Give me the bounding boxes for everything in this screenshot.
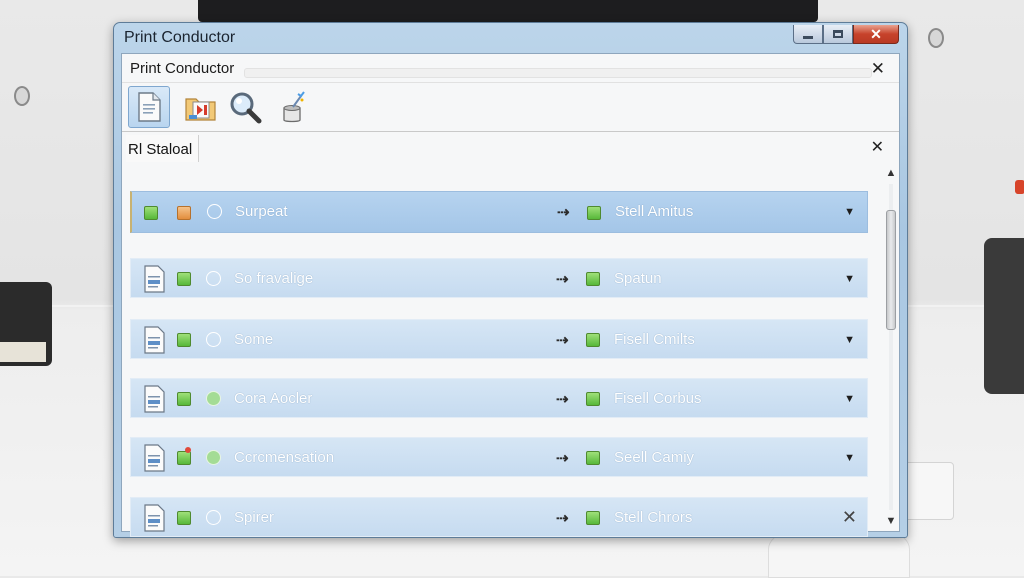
status-green-icon [586,392,600,406]
list-item[interactable]: So fravalige ⇢ Spatun ▼ [130,258,868,298]
status-green-icon [586,333,600,347]
document-icon [144,444,165,472]
notebook [0,282,52,366]
remove-row-icon[interactable]: ✕ [842,507,857,528]
dropdown-arrow-icon[interactable]: ▼ [844,393,855,405]
scroll-down-icon[interactable]: ▼ [884,514,898,528]
radio-circle-icon[interactable] [206,271,221,286]
row-name: Cora Aocler [234,390,313,407]
dropdown-arrow-icon[interactable]: ▼ [844,273,855,285]
status-green-icon [177,451,191,465]
radio-filled-icon[interactable] [206,391,221,406]
row-name: Ccrcmensation [234,449,335,466]
add-documents-button[interactable] [128,86,170,128]
search-button[interactable] [224,86,266,128]
vertical-scrollbar[interactable]: ▲ ▼ [884,166,898,528]
document-list: Surpeat ⇢ Stell Amitus ▼ So fravalige ⇢ [130,166,876,537]
pen [1015,180,1024,194]
row-printer: Fisell Cmilts [614,331,695,348]
window-title: Print Conductor [124,29,236,46]
add-folder-button[interactable] [180,86,222,128]
wall-knob-right [928,28,944,48]
keyboard [904,462,954,520]
connector-icon: ⇢ [556,391,569,408]
row-name: Some [234,331,274,348]
error-badge-icon [185,447,191,453]
list-item[interactable]: Ccrcmensation ⇢ Seell Camiy ▼ [130,437,868,477]
document-icon [138,92,161,122]
section-close-icon[interactable]: ✕ [871,140,884,156]
connector-icon: ⇢ [556,271,569,288]
magnifier-icon [230,92,262,124]
status-green-icon [177,392,191,406]
clear-list-button[interactable] [272,86,314,128]
row-name: Surpeat [235,203,288,220]
speaker [984,238,1024,394]
minimize-icon [803,35,813,39]
document-icon [144,326,165,354]
title-progress-track [244,68,872,78]
status-green-icon [144,206,158,220]
connector-icon: ⇢ [556,510,569,527]
toolbar [122,83,899,132]
status-green-icon [586,511,600,525]
radio-filled-icon[interactable] [206,450,221,465]
row-printer: Seell Camiy [614,449,695,466]
section-header: Rl Staloal ✕ [122,132,899,164]
radio-circle-icon[interactable] [207,204,222,219]
cleaner-icon [283,91,305,123]
folder-add-icon [185,98,216,121]
window-close-button[interactable]: ✕ [853,25,899,44]
document-icon [144,504,165,532]
connector-icon: ⇢ [557,204,570,221]
list-item[interactable]: Spirer ⇢ Stell Chrors ✕ [130,497,868,537]
window-controls: ✕ [793,25,899,45]
row-printer: Stell Chrors [614,509,693,526]
connector-icon: ⇢ [556,332,569,349]
wall-knob-left [14,86,30,106]
inner-title-bar: Print Conductor ✕ [122,54,899,83]
minimize-button[interactable] [793,25,823,44]
list-item[interactable]: Some ⇢ Fisell Cmilts ▼ [130,319,868,359]
list-item[interactable]: Cora Aocler ⇢ Fisell Corbus ▼ [130,378,868,418]
section-tab[interactable]: Rl Staloal [126,135,200,162]
row-name: So fravalige [234,270,314,287]
inner-close-icon[interactable]: ✕ [871,60,885,77]
row-printer: Spatun [614,270,662,287]
row-printer: Stell Amitus [615,203,694,220]
status-green-icon [587,206,601,220]
status-orange-icon [177,206,191,220]
status-green-icon [586,451,600,465]
maximize-icon [833,30,843,38]
scroll-thumb[interactable] [886,210,896,330]
list-item[interactable]: Surpeat ⇢ Stell Amitus ▼ [130,191,868,233]
monitor-bezel [198,0,818,22]
radio-circle-icon[interactable] [206,510,221,525]
client-area: Print Conductor ✕ Rl Staloal ✕ Surpeat ⇢… [121,53,900,537]
status-green-icon [586,272,600,286]
maximize-button[interactable] [823,25,853,44]
status-green-icon [177,272,191,286]
dropdown-arrow-icon[interactable]: ▼ [844,452,855,464]
document-icon [144,385,165,413]
status-green-icon [177,511,191,525]
row-name: Spirer [234,509,275,526]
document-icon [144,265,165,293]
dropdown-arrow-icon[interactable]: ▼ [844,206,855,218]
row-printer: Fisell Corbus [614,390,702,407]
inner-title: Print Conductor [130,60,235,77]
dropdown-arrow-icon[interactable]: ▼ [844,334,855,346]
status-green-icon [177,333,191,347]
app-window: Print Conductor ✕ Print Conductor ✕ Rl S… [113,22,908,538]
radio-circle-icon[interactable] [206,332,221,347]
scroll-up-icon[interactable]: ▲ [884,166,898,180]
connector-icon: ⇢ [556,450,569,467]
